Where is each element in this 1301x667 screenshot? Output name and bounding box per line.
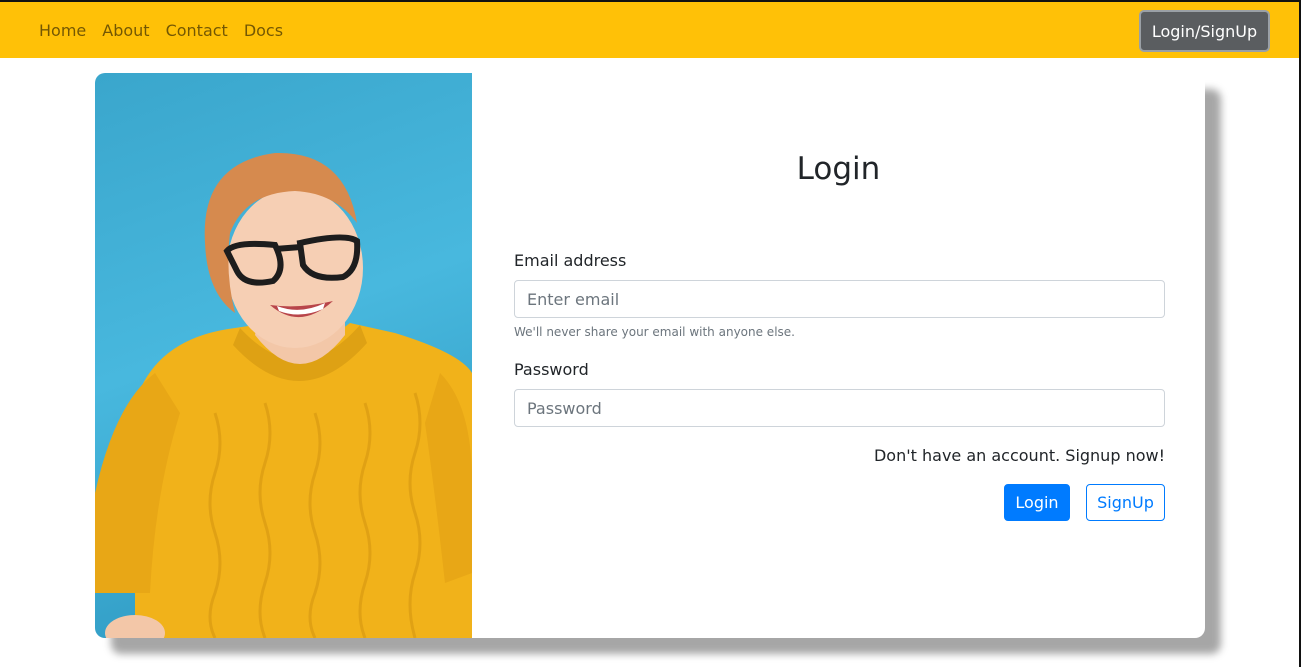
nav-link-about[interactable]: About xyxy=(102,21,149,40)
login-title: Login xyxy=(796,151,881,187)
login-form: Login Email address We'll never share yo… xyxy=(472,73,1205,638)
navbar: Home About Contact Docs Login/SignUp xyxy=(0,2,1299,58)
email-label: Email address xyxy=(514,251,627,270)
password-label: Password xyxy=(514,360,589,379)
email-input[interactable] xyxy=(514,280,1165,318)
nav-link-contact[interactable]: Contact xyxy=(166,21,228,40)
nav-links: Home About Contact Docs xyxy=(39,21,283,40)
profile-photo xyxy=(95,73,472,638)
login-signup-button[interactable]: Login/SignUp xyxy=(1139,10,1270,52)
login-button[interactable]: Login xyxy=(1004,484,1070,521)
signup-prompt-text: Don't have an account. Signup now! xyxy=(873,446,1165,465)
woman-portrait-illustration xyxy=(95,152,472,638)
login-card: Login Email address We'll never share yo… xyxy=(95,73,1205,638)
nav-link-home[interactable]: Home xyxy=(39,21,86,40)
nav-link-docs[interactable]: Docs xyxy=(244,21,283,40)
password-input[interactable] xyxy=(514,389,1165,427)
signup-button[interactable]: SignUp xyxy=(1086,484,1165,521)
email-help-text: We'll never share your email with anyone… xyxy=(514,325,795,339)
